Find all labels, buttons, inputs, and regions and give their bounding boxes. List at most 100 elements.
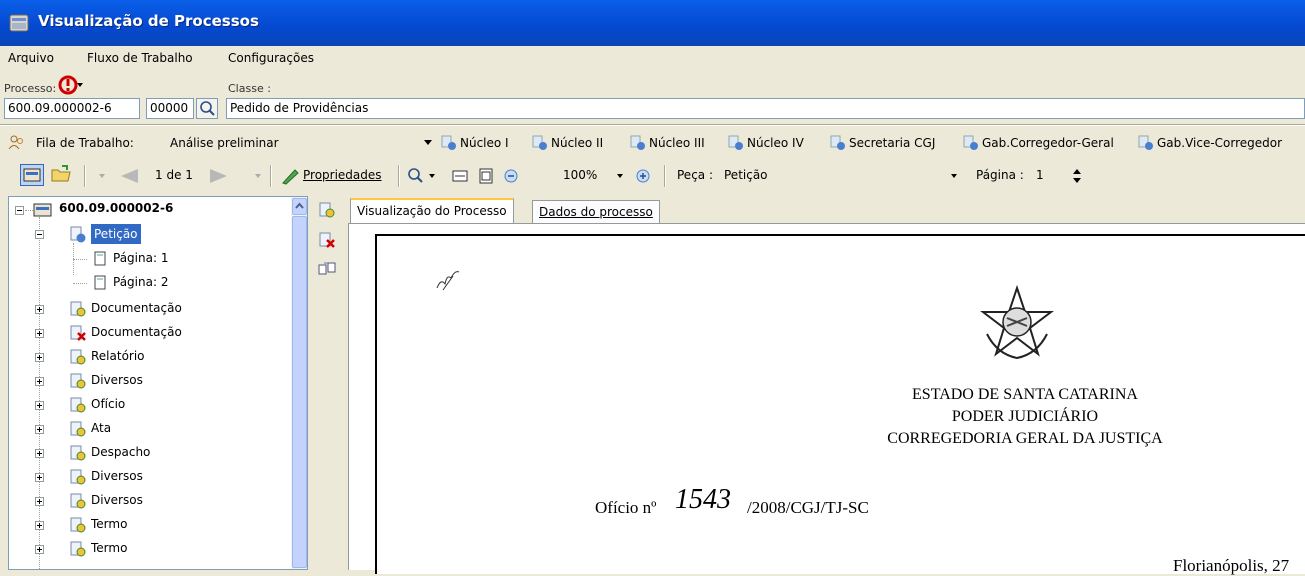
unit-gear-icon (532, 135, 547, 150)
state-coat-of-arms-icon (980, 284, 1054, 360)
window-title: Visualização de Processos (38, 12, 259, 30)
document-ribbon-icon (70, 421, 86, 437)
expand-icon[interactable] (35, 305, 44, 314)
menu-configuracoes[interactable]: Configurações (228, 51, 314, 65)
page-spinner-icon[interactable] (1072, 166, 1082, 186)
chevron-down-icon[interactable] (616, 172, 624, 180)
expand-icon[interactable] (35, 497, 44, 506)
class-field[interactable]: Pedido de Providências (226, 98, 1305, 119)
expand-icon[interactable] (35, 377, 44, 386)
menu-fluxo-de-trabalho[interactable]: Fluxo de Trabalho (87, 51, 193, 65)
document-ribbon-icon (70, 469, 86, 485)
document-ribbon-icon (70, 541, 86, 557)
unit-gear-icon (728, 135, 743, 150)
replace-document-button[interactable] (318, 260, 336, 278)
add-document-button[interactable] (318, 202, 336, 220)
page-icon (94, 251, 106, 266)
toolbar-separator (270, 165, 272, 187)
queue-bar: Fila de Trabalho: Análise preliminar Núc… (0, 126, 1305, 160)
zoom-level[interactable]: 100% (563, 168, 597, 182)
page-icon (94, 275, 106, 290)
tree-scrollbar[interactable] (291, 197, 307, 569)
page-input[interactable]: 1 (1036, 168, 1044, 182)
document-ribbon-icon (70, 301, 86, 317)
unit-nucleo-2[interactable]: Núcleo II (551, 136, 603, 150)
oficio-prefix: Ofício nº (595, 498, 657, 517)
zoom-in-icon[interactable] (636, 169, 650, 183)
expand-icon[interactable] (35, 545, 44, 554)
process-alert-icon[interactable] (58, 75, 84, 95)
search-button[interactable] (196, 98, 218, 119)
city-date: Florianópolis, 27 (1173, 556, 1290, 575)
document-tree[interactable]: 600.09.000002-6 Petição Página: 1 Página… (8, 196, 308, 570)
window-titlebar: Visualização de Processos (0, 0, 1305, 46)
swap-pages-icon (318, 262, 336, 275)
process-folder-icon (33, 203, 52, 217)
unit-gab-corregedor-geral[interactable]: Gab.Corregedor-Geral (982, 136, 1114, 150)
unit-nucleo-4[interactable]: Núcleo IV (747, 136, 804, 150)
process-fields-row: 600.09.000002-6 00000 Pedido de Providên… (0, 96, 1305, 124)
unit-gab-vice-corregedor[interactable]: Gab.Vice-Corregedor (1157, 136, 1282, 150)
expand-icon[interactable] (35, 425, 44, 434)
chevron-down-icon[interactable] (98, 172, 106, 180)
zoom-out-icon[interactable] (504, 169, 518, 183)
chevron-down-icon[interactable] (254, 172, 262, 180)
open-folder-button[interactable] (20, 164, 44, 186)
unit-gear-icon (1138, 135, 1153, 150)
tab-visualizacao[interactable]: Visualização do Processo (350, 198, 514, 224)
tree-line (25, 210, 33, 211)
page-label: Página : (976, 168, 1024, 182)
piece-select[interactable]: Petição (724, 168, 768, 182)
document-viewer[interactable]: ESTADO DE SANTA CATARINA PODER JUDICIÁRI… (348, 223, 1305, 575)
expand-icon[interactable] (35, 449, 44, 458)
unit-gear-icon (830, 135, 845, 150)
collapse-root-icon[interactable] (15, 206, 24, 215)
process-seq-field[interactable]: 00000 (146, 98, 194, 119)
toolbar-separator (664, 165, 666, 187)
properties-button[interactable]: Propriedades (303, 168, 382, 182)
tab-dados[interactable]: Dados do processo (532, 200, 660, 224)
letterhead-line-1: ESTADO DE SANTA CATARINA (912, 386, 1138, 403)
handwritten-initials (436, 271, 460, 291)
expand-icon[interactable] (35, 473, 44, 482)
document-ribbon-icon (70, 373, 86, 389)
expand-icon[interactable] (35, 329, 44, 338)
menu-bar: Arquivo Fluxo de Trabalho Configurações (0, 46, 1305, 72)
scroll-thumb[interactable] (292, 216, 307, 568)
expand-icon[interactable] (35, 401, 44, 410)
scroll-up-button[interactable] (292, 198, 307, 215)
document-ribbon-icon (70, 493, 86, 509)
pager-text: 1 de 1 (155, 168, 193, 182)
collapse-peticao-icon[interactable] (35, 230, 44, 239)
properties-icon (282, 169, 299, 185)
unit-gear-icon (630, 135, 645, 150)
expand-icon[interactable] (35, 521, 44, 530)
piece-label: Peça : (677, 168, 713, 182)
document-page: ESTADO DE SANTA CATARINA PODER JUDICIÁRI… (375, 234, 1305, 575)
previous-page-icon[interactable] (118, 168, 140, 184)
menu-arquivo[interactable]: Arquivo (8, 51, 54, 65)
chevron-down-icon[interactable] (428, 172, 436, 180)
queue-select[interactable]: Análise preliminar (170, 136, 279, 150)
process-labels-row: Processo: Classe : (0, 72, 1305, 96)
folder-icon (23, 168, 41, 182)
unit-secretaria-cgj[interactable]: Secretaria CGJ (849, 136, 935, 150)
next-page-icon[interactable] (208, 168, 230, 184)
unit-nucleo-1[interactable]: Núcleo I (460, 136, 509, 150)
tree-item-peticao[interactable]: Petição (91, 224, 141, 244)
export-button[interactable] (50, 164, 74, 186)
process-number-field[interactable]: 600.09.000002-6 (4, 98, 140, 119)
expand-icon[interactable] (35, 353, 44, 362)
document-delete-icon (319, 232, 335, 248)
unit-nucleo-3[interactable]: Núcleo III (649, 136, 705, 150)
tree-line (73, 283, 87, 284)
fit-width-icon[interactable] (452, 168, 468, 184)
app-icon (9, 14, 29, 32)
chevron-down-icon[interactable] (950, 172, 958, 180)
zoom-icon[interactable] (406, 167, 426, 185)
document-ribbon-icon (70, 517, 86, 533)
delete-document-button[interactable] (318, 232, 336, 250)
document-ribbon-icon (70, 349, 86, 365)
chevron-down-icon[interactable] (424, 140, 432, 146)
fit-page-icon[interactable] (478, 168, 494, 184)
